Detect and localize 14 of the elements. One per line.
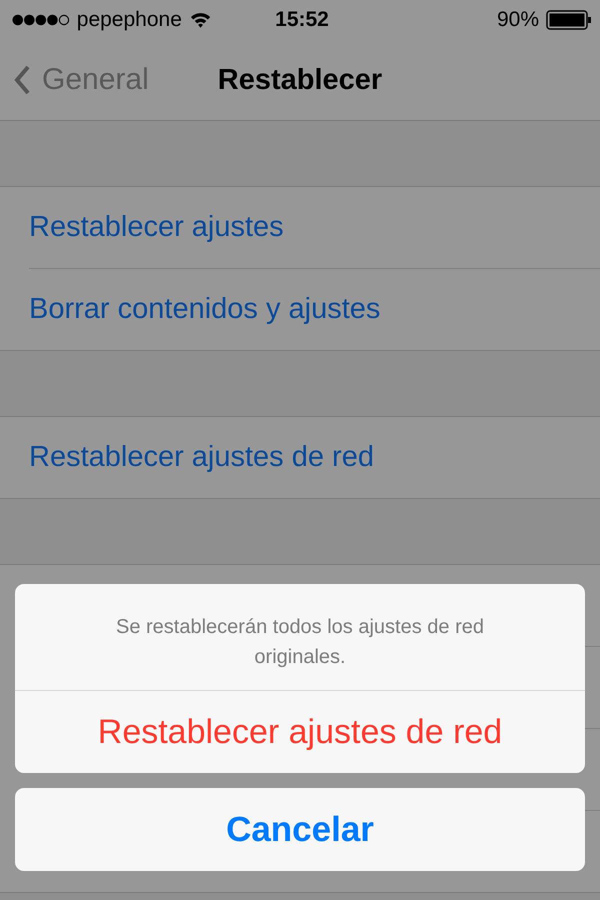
sheet-message: Se restablecerán todos los ajustes de red originales. (15, 584, 585, 691)
settings-row[interactable]: Borrar contenidos y ajustes (29, 269, 600, 350)
chevron-left-icon (14, 65, 30, 95)
back-button[interactable]: General (0, 63, 149, 97)
carrier-name: pepephone (76, 8, 182, 32)
cancel-button[interactable]: Cancelar (15, 788, 585, 871)
clock-time: 15:52 (275, 8, 329, 32)
screen-title: Restablecer (218, 64, 382, 96)
settings-row[interactable]: Restablecer ajustes (29, 187, 600, 269)
battery-percent: 90% (496, 8, 539, 32)
signal-icon (12, 13, 70, 27)
wifi-icon (188, 11, 212, 29)
battery-icon (546, 10, 592, 30)
reset-network-button[interactable]: Restablecer ajustes de red (15, 691, 585, 773)
